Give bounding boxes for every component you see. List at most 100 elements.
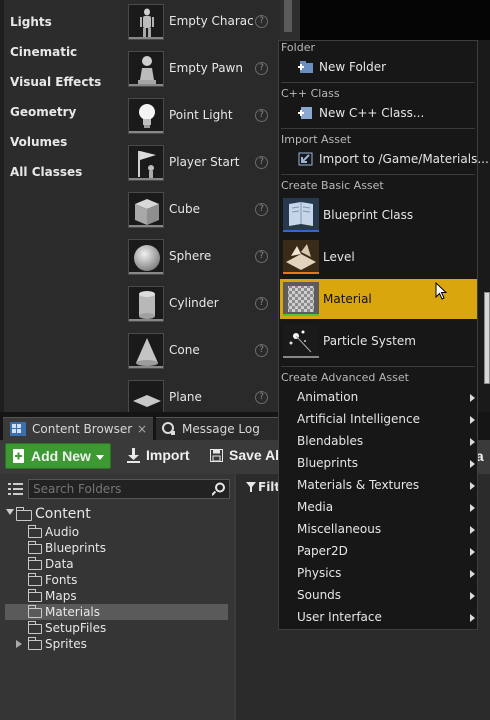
menu-item-new-cpp-class[interactable]: New C++ Class... — [319, 106, 424, 120]
category-visual-effects[interactable]: Visual Effects — [10, 75, 101, 89]
help-icon[interactable]: ? — [255, 391, 268, 404]
menu-item-artificial-intelligence[interactable]: Artificial Intelligence — [297, 412, 420, 426]
folder-icon — [28, 573, 42, 586]
import-button[interactable]: Import — [120, 443, 194, 469]
import-icon — [126, 448, 140, 467]
help-icon[interactable]: ? — [255, 109, 268, 122]
place-item-cylinder[interactable]: Cylinder ? — [120, 284, 280, 331]
category-lights[interactable]: Lights — [10, 15, 52, 29]
filter-icon[interactable] — [246, 481, 256, 495]
category-all-classes[interactable]: All Classes — [10, 165, 82, 179]
place-item-empty-character[interactable]: Empty Charac ? — [120, 2, 280, 49]
menu-item-import-to[interactable]: Import to /Game/Materials... — [319, 152, 489, 166]
menu-section-folder: Folder — [281, 41, 315, 54]
submenu-arrow-icon — [470, 614, 475, 622]
help-icon[interactable]: ? — [255, 344, 268, 357]
folder-icon — [28, 621, 42, 634]
sources-toggle-icon[interactable] — [8, 482, 24, 499]
menu-item-sounds[interactable]: Sounds — [297, 588, 341, 602]
menu-item-blueprints[interactable]: Blueprints — [297, 456, 358, 470]
menu-item-blendables[interactable]: Blendables — [297, 434, 363, 448]
viewport[interactable] — [300, 0, 490, 40]
place-item-label: Empty Charac — [169, 14, 254, 28]
help-icon[interactable]: ? — [255, 250, 268, 263]
save-all-button[interactable]: Save Al — [208, 443, 288, 469]
tab-message-log[interactable]: Message Log — [156, 417, 286, 440]
menu-item-new-folder[interactable]: New Folder — [319, 60, 386, 74]
particle-system-icon — [283, 324, 319, 358]
folder-icon — [28, 605, 42, 618]
menu-section-advanced: Create Advanced Asset — [281, 371, 409, 384]
tree-folder-audio[interactable]: Audio — [45, 525, 79, 539]
menu-item-level[interactable]: Level — [280, 237, 477, 277]
place-item-empty-pawn[interactable]: Empty Pawn ? — [120, 49, 280, 96]
cylinder-icon — [128, 286, 164, 322]
submenu-arrow-icon — [470, 416, 475, 424]
folder-icon — [28, 525, 42, 538]
place-item-sphere[interactable]: Sphere ? — [120, 237, 280, 284]
place-item-label: Point Light — [169, 108, 233, 122]
menu-section-cpp: C++ Class — [281, 87, 340, 100]
search-icon[interactable] — [211, 482, 226, 499]
place-item-label: Player Start — [169, 155, 240, 169]
search-folders-input[interactable] — [28, 479, 230, 499]
tree-root-content[interactable]: Content — [35, 506, 91, 522]
help-icon[interactable]: ? — [255, 156, 268, 169]
new-cpp-class-icon — [298, 106, 314, 123]
tree-folder-data[interactable]: Data — [45, 557, 74, 571]
menu-item-physics[interactable]: Physics — [297, 566, 341, 580]
menu-item-user-interface[interactable]: User Interface — [297, 610, 382, 624]
tree-folder-sprites[interactable]: Sprites — [45, 637, 87, 651]
help-icon[interactable]: ? — [255, 297, 268, 310]
submenu-arrow-icon — [470, 592, 475, 600]
menu-item-particle-system[interactable]: Particle System — [280, 321, 477, 361]
viewport-edge — [484, 292, 490, 384]
category-cinematic[interactable]: Cinematic — [10, 45, 77, 59]
menu-section-basic: Create Basic Asset — [281, 179, 384, 192]
content-browser-icon — [10, 422, 26, 439]
tree-folder-fonts[interactable]: Fonts — [45, 573, 77, 587]
menu-item-label: Level — [323, 250, 355, 264]
add-new-button[interactable]: Add New — [5, 443, 111, 469]
menu-item-material[interactable]: Material — [280, 279, 477, 319]
material-icon — [283, 282, 319, 316]
tree-folder-blueprints[interactable]: Blueprints — [45, 541, 106, 555]
submenu-arrow-icon — [470, 438, 475, 446]
menu-item-animation[interactable]: Animation — [297, 390, 358, 404]
submenu-arrow-icon — [470, 570, 475, 578]
help-icon[interactable]: ? — [255, 203, 268, 216]
menu-separator — [281, 128, 475, 129]
expand-arrow-icon[interactable] — [6, 509, 14, 515]
new-folder-icon — [298, 60, 314, 77]
category-geometry[interactable]: Geometry — [10, 105, 76, 119]
place-item-point-light[interactable]: Point Light ? — [120, 96, 280, 143]
tree-folder-maps[interactable]: Maps — [45, 589, 77, 603]
menu-separator — [281, 366, 475, 367]
place-item-player-start[interactable]: Player Start ? — [120, 143, 280, 190]
save-icon — [210, 449, 224, 466]
help-icon[interactable]: ? — [255, 15, 268, 28]
tab-content-browser[interactable]: Content Browser × — [3, 417, 153, 440]
submenu-arrow-icon — [470, 394, 475, 402]
menu-item-miscellaneous[interactable]: Miscellaneous — [297, 522, 381, 536]
menu-item-media[interactable]: Media — [297, 500, 333, 514]
menu-item-materials-textures[interactable]: Materials & Textures — [297, 478, 419, 492]
place-item-cone[interactable]: Cone ? — [120, 331, 280, 378]
menu-separator — [281, 82, 475, 83]
place-item-label: Sphere — [169, 249, 212, 263]
collapsed-arrow-icon[interactable] — [16, 640, 22, 648]
tree-folder-setupfiles[interactable]: SetupFiles — [45, 621, 106, 635]
category-volumes[interactable]: Volumes — [10, 135, 67, 149]
menu-item-paper2d[interactable]: Paper2D — [297, 544, 348, 558]
menu-separator — [281, 174, 475, 175]
player-start-icon — [128, 145, 164, 181]
tree-folder-materials[interactable]: Materials — [45, 605, 100, 619]
help-icon[interactable]: ? — [255, 62, 268, 75]
tab-label: Content Browser — [32, 422, 133, 436]
folder-icon — [28, 589, 42, 602]
place-item-cube[interactable]: Cube ? — [120, 190, 280, 237]
menu-item-blueprint-class[interactable]: Blueprint Class — [280, 195, 477, 235]
blueprint-class-icon — [283, 198, 319, 232]
place-categories: Lights Cinematic Visual Effects Geometry… — [4, 0, 120, 412]
close-icon[interactable]: × — [137, 422, 147, 436]
